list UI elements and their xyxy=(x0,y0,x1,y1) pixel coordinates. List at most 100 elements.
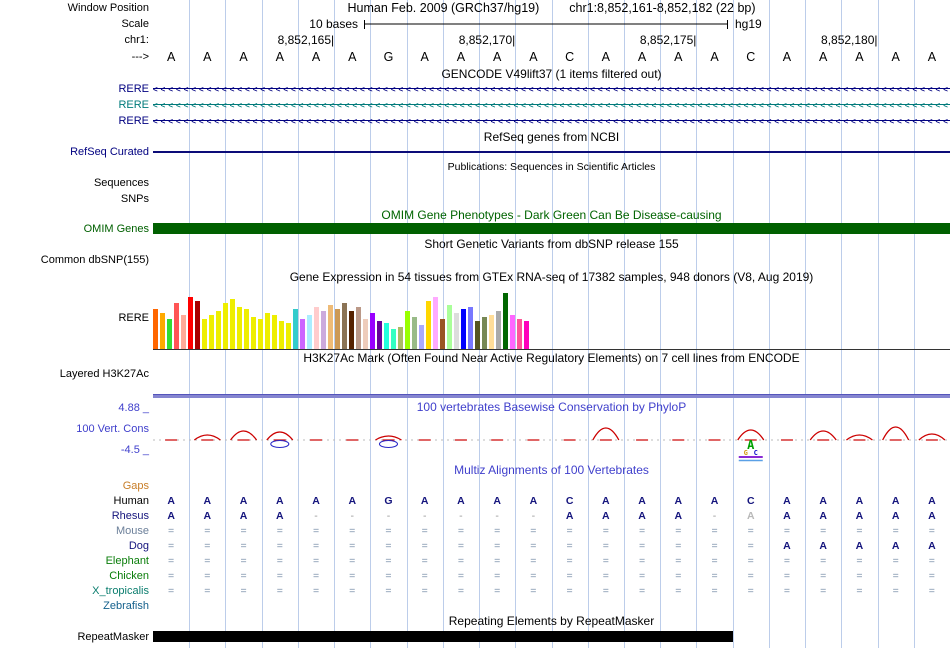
gtex-bar xyxy=(461,309,466,349)
species-label[interactable]: Gaps xyxy=(0,480,153,492)
window-position-label: Window Position xyxy=(0,2,153,14)
phylop-track[interactable]: 100 vertebrates Basewise Conservation by… xyxy=(153,400,950,462)
gtex-bar xyxy=(272,315,277,349)
alignment-track[interactable]: ====================== xyxy=(153,523,950,538)
alignment-cell: = xyxy=(567,555,573,567)
alignment-cell: = xyxy=(422,570,428,582)
ruler-tick: 8,852,165| xyxy=(278,33,335,47)
gtex-bar xyxy=(174,303,179,349)
gencode-header[interactable]: GENCODE V49lift37 (1 items filtered out) xyxy=(153,66,950,81)
h3k27ac-track[interactable] xyxy=(153,382,950,400)
gtex-bar xyxy=(342,303,347,349)
strand-arrow[interactable]: ---> xyxy=(0,51,153,63)
refseq-label[interactable]: RefSeq Curated xyxy=(0,146,153,158)
alignment-cell: = xyxy=(240,570,246,582)
refseq-header[interactable]: RefSeq genes from NCBI xyxy=(153,129,950,144)
alignment-track[interactable]: AAAAAAGAAAACAAAACAAAAA xyxy=(153,493,950,508)
species-label[interactable]: Zebrafish xyxy=(0,600,153,612)
gene-track[interactable]: <<<<<<<<<<<<<<<<<<<<<<<<<<<<<<<<<<<<<<<<… xyxy=(153,113,950,129)
snps-label[interactable]: SNPs xyxy=(0,193,153,205)
species-label[interactable]: Human xyxy=(0,495,153,507)
alignment-cell: A xyxy=(711,495,719,507)
dbsnp-header[interactable]: Short Genetic Variants from dbSNP releas… xyxy=(153,236,950,252)
alignment-track[interactable]: =================AAAAA xyxy=(153,538,950,553)
alignment-cell: = xyxy=(929,585,935,597)
alignment-cell: = xyxy=(168,585,174,597)
alignment-cell: = xyxy=(784,570,790,582)
sequence-track[interactable]: AAAAAAGAAAACAAAACAAAAA xyxy=(153,48,950,66)
gtex-header[interactable]: Gene Expression in 54 tissues from GTEx … xyxy=(153,268,950,285)
alignment-cell: = xyxy=(603,540,609,552)
position-title: Human Feb. 2009 (GRCh37/hg19) chr1:8,852… xyxy=(153,0,950,16)
alignment-cell: A xyxy=(167,495,175,507)
h3k27ac-header[interactable]: H3K27Ac Mark (Often Found Near Active Re… xyxy=(153,350,950,366)
refseq-gene-line xyxy=(153,151,950,153)
gtex-bar xyxy=(489,315,494,349)
gene-name[interactable]: RERE xyxy=(0,83,153,95)
gene-name[interactable]: RERE xyxy=(0,99,153,111)
alignment-cell: A xyxy=(602,510,610,522)
alignment-track[interactable] xyxy=(153,598,950,613)
conservation-dip xyxy=(379,441,397,448)
alignment-track[interactable]: ====================== xyxy=(153,583,950,598)
h3k27ac-signal-line xyxy=(153,394,950,398)
sequence-base: A xyxy=(710,50,718,64)
multiz-header[interactable]: Multiz Alignments of 100 Vertebrates xyxy=(153,462,950,478)
gtex-row: RERE xyxy=(0,285,950,350)
gene-track[interactable]: <<<<<<<<<<<<<<<<<<<<<<<<<<<<<<<<<<<<<<<<… xyxy=(153,81,950,97)
sequence-base: A xyxy=(348,50,356,64)
gencode-gene-rows: RERE<<<<<<<<<<<<<<<<<<<<<<<<<<<<<<<<<<<<… xyxy=(0,81,950,129)
species-label[interactable]: X_tropicalis xyxy=(0,585,153,597)
refseq-track[interactable] xyxy=(153,144,950,159)
dbsnp-label[interactable]: Common dbSNP(155) xyxy=(0,254,153,266)
alignment-cell: A xyxy=(783,510,791,522)
alignment-row: Chicken====================== xyxy=(0,568,950,583)
sequence-base: A xyxy=(312,50,320,64)
gtex-bar xyxy=(335,309,340,349)
alignment-track[interactable]: ====================== xyxy=(153,568,950,583)
gtex-track[interactable] xyxy=(153,285,950,350)
gtex-gene-label[interactable]: RERE xyxy=(0,312,153,324)
alignment-track[interactable]: ====================== xyxy=(153,553,950,568)
alignment-cell: = xyxy=(784,555,790,567)
gene-track[interactable]: <<<<<<<<<<<<<<<<<<<<<<<<<<<<<<<<<<<<<<<<… xyxy=(153,97,950,113)
sequences-label[interactable]: Sequences xyxy=(0,177,153,189)
gtex-bar xyxy=(391,329,396,349)
snps-track[interactable] xyxy=(153,191,950,207)
alignment-cell: = xyxy=(240,585,246,597)
alignment-cell: A xyxy=(928,495,936,507)
omim-track[interactable] xyxy=(153,222,950,236)
alignment-track[interactable]: AAAA-------AAAA-AAAAAA xyxy=(153,508,950,523)
alignment-cell: = xyxy=(856,525,862,537)
phylop-header[interactable]: 100 vertebrates Basewise Conservation by… xyxy=(153,400,950,414)
h3k27ac-label-track[interactable] xyxy=(153,366,950,382)
repeatmasker-label[interactable]: RepeatMasker xyxy=(0,631,153,643)
gtex-bar xyxy=(167,319,172,349)
alignment-track[interactable] xyxy=(153,478,950,493)
species-label[interactable]: Dog xyxy=(0,540,153,552)
dbsnp-track[interactable] xyxy=(153,252,950,268)
alignment-cell: = xyxy=(820,555,826,567)
h3k27ac-label[interactable]: Layered H3K27Ac xyxy=(0,368,153,380)
species-label[interactable]: Rhesus xyxy=(0,510,153,522)
species-label[interactable]: Mouse xyxy=(0,525,153,537)
gtex-bar xyxy=(440,319,445,349)
alignment-row: Elephant====================== xyxy=(0,553,950,568)
gtex-bar xyxy=(433,297,438,349)
omim-header[interactable]: OMIM Gene Phenotypes - Dark Green Can Be… xyxy=(153,207,950,222)
phylop-label[interactable]: 100 Vert. Cons xyxy=(0,423,149,435)
ruler-track[interactable]: 8,852,165|8,852,170|8,852,175|8,852,180| xyxy=(153,32,950,48)
alignment-cell: = xyxy=(422,585,428,597)
repeatmasker-track[interactable] xyxy=(153,629,950,645)
repeatmasker-header[interactable]: Repeating Elements by RepeatMasker xyxy=(153,613,950,629)
gtex-bar xyxy=(314,307,319,349)
omim-label[interactable]: OMIM Genes xyxy=(0,223,153,235)
species-label[interactable]: Elephant xyxy=(0,555,153,567)
sequences-track[interactable] xyxy=(153,175,950,191)
species-label[interactable]: Chicken xyxy=(0,570,153,582)
alignment-cell: = xyxy=(494,525,500,537)
scale-label: Scale xyxy=(0,18,153,30)
repeat-element-bar xyxy=(153,631,733,642)
publications-header[interactable]: Publications: Sequences in Scientific Ar… xyxy=(153,159,950,175)
gene-name[interactable]: RERE xyxy=(0,115,153,127)
